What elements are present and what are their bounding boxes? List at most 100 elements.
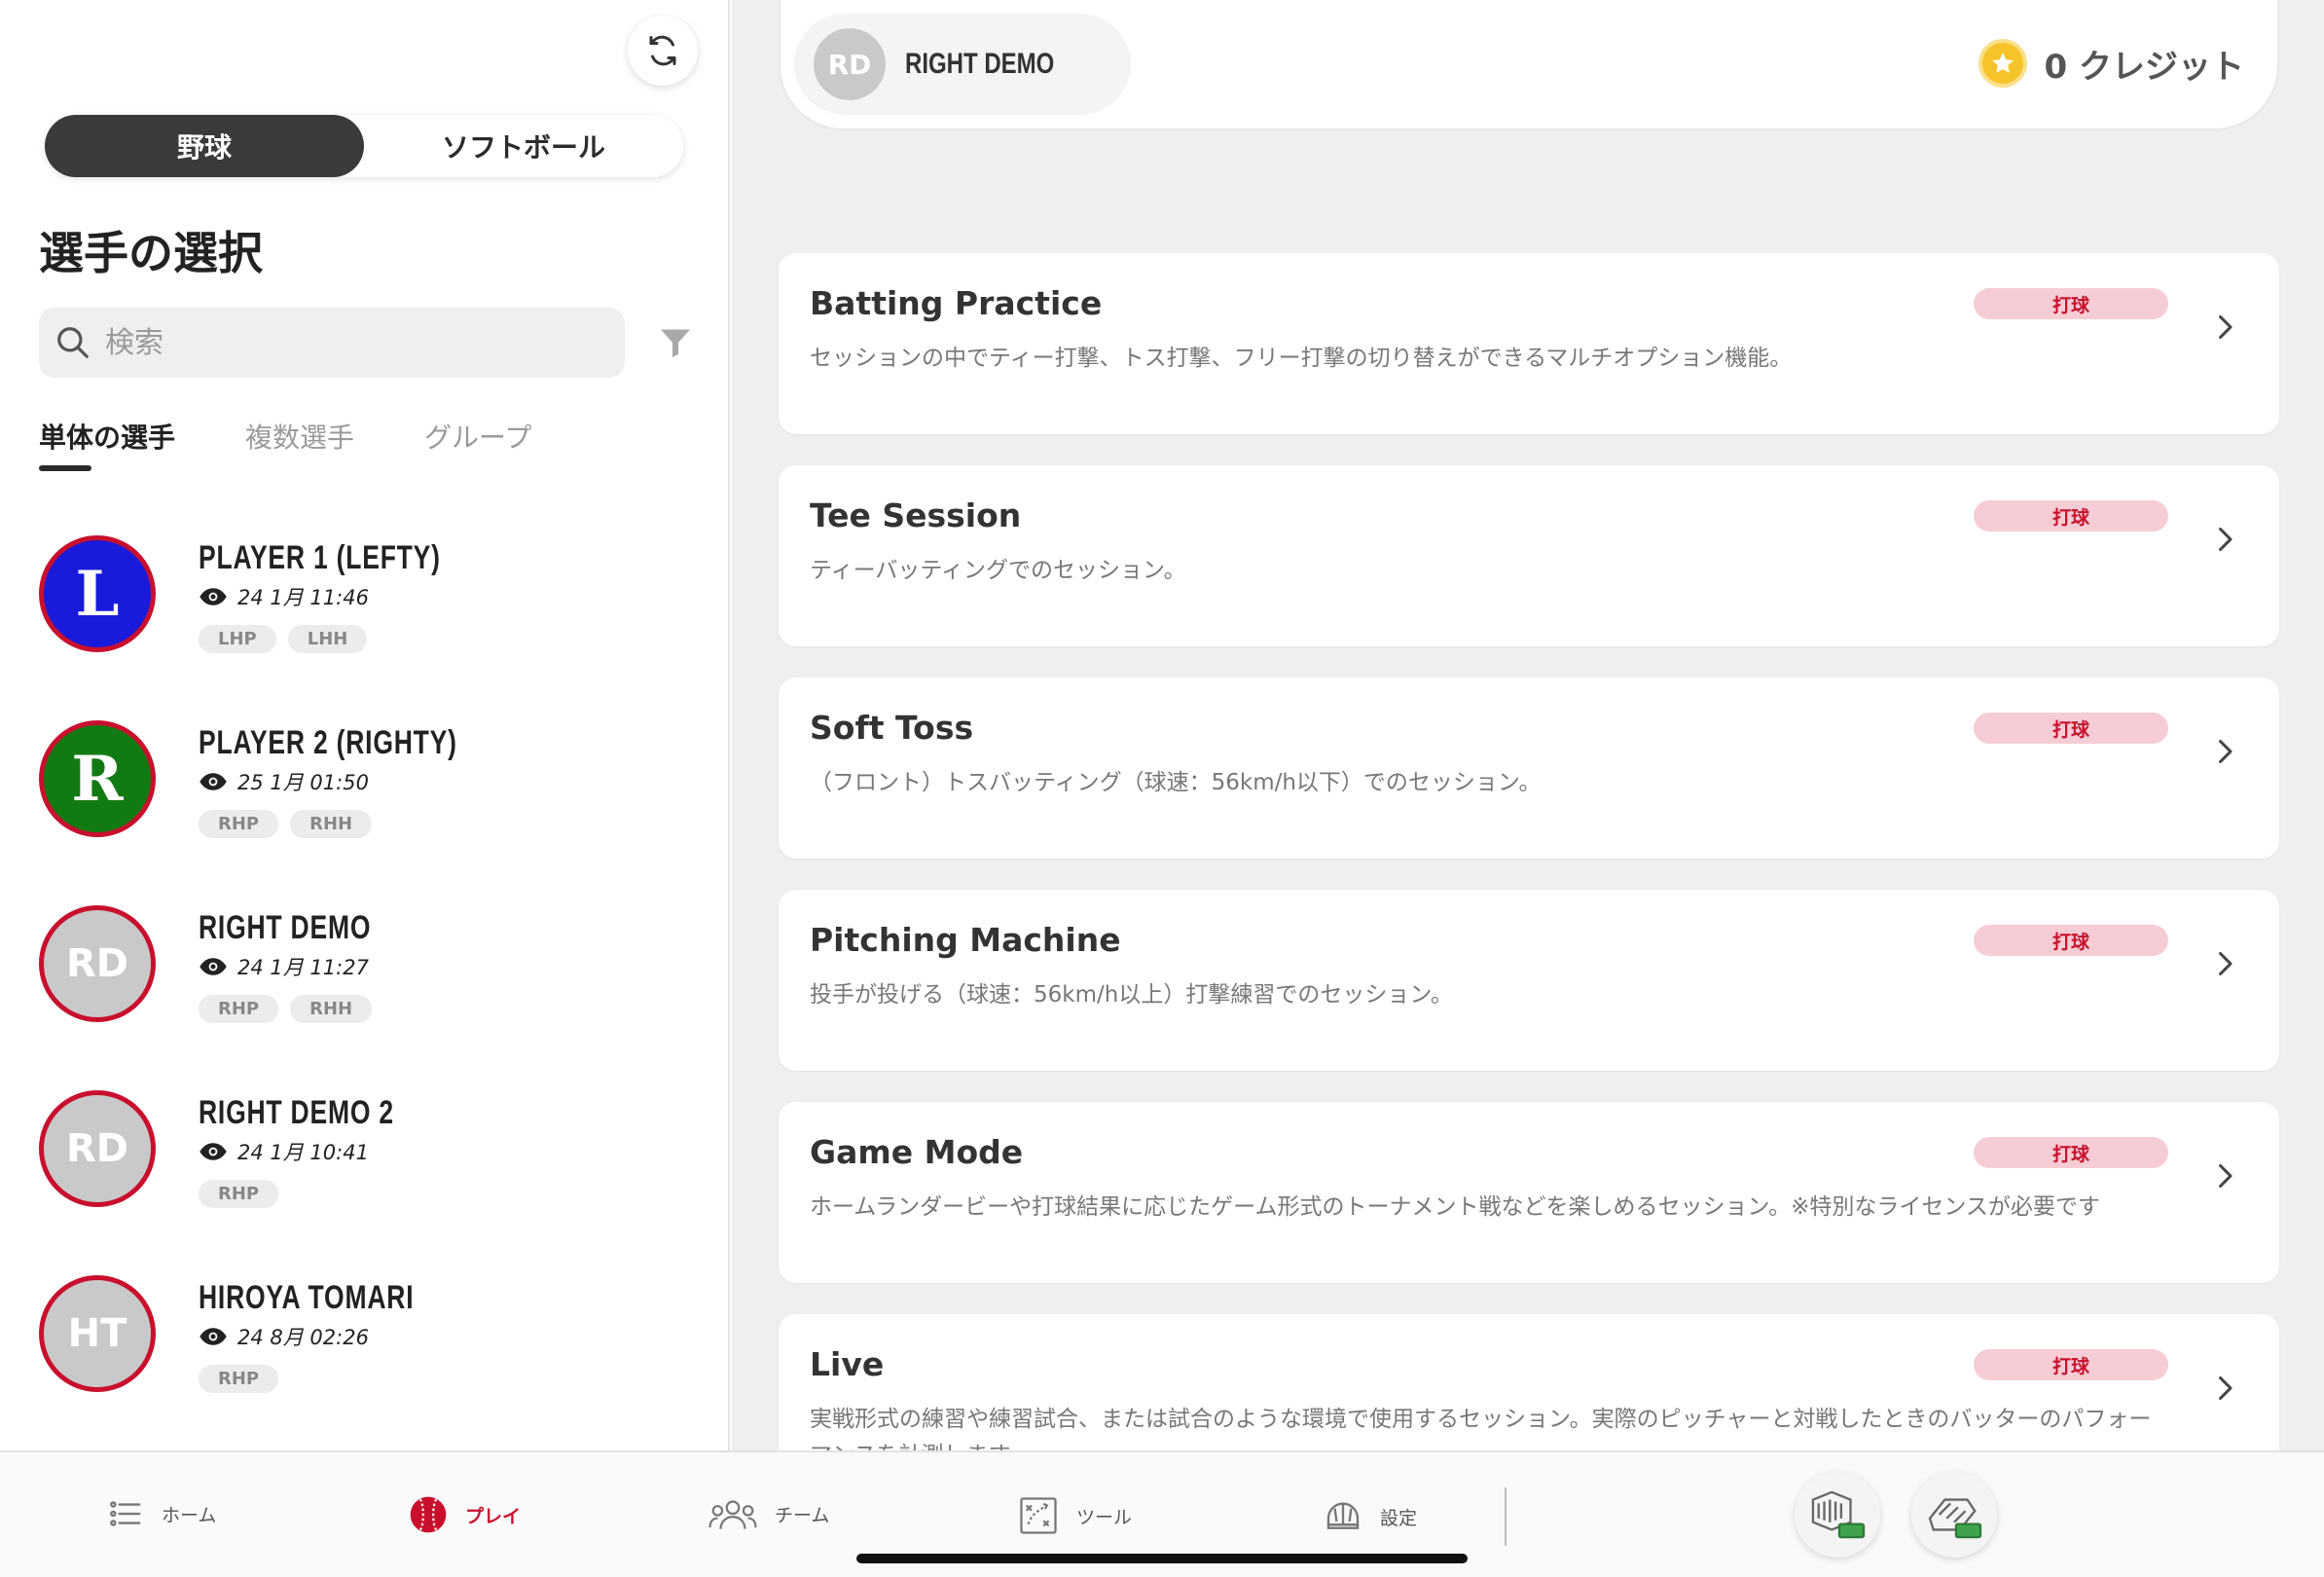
player-badges: LHP LHH bbox=[199, 625, 379, 653]
search-box bbox=[39, 308, 625, 378]
chevron-right-icon bbox=[2219, 315, 2233, 339]
credits-display[interactable]: 0 クレジット bbox=[1978, 39, 2245, 88]
search-icon bbox=[57, 327, 89, 358]
avatar-initials: RD bbox=[65, 1126, 128, 1171]
avatar-initials: RD bbox=[65, 941, 128, 986]
player-badges: RHP RHH bbox=[199, 995, 383, 1023]
session-description: ホームランダービーや打球結果に応じたゲーム形式のトーナメント戦などを楽しめるセッ… bbox=[810, 1194, 2100, 1220]
nav-team[interactable]: チーム bbox=[708, 1495, 829, 1532]
session-description: （フロント）トスバッティング（球速：56km/h以下）でのセッション。 bbox=[810, 770, 1542, 795]
search-input[interactable] bbox=[105, 325, 592, 360]
selected-player-name: RIGHT DEMO bbox=[905, 48, 1055, 80]
nav-play[interactable]: プレイ bbox=[409, 1495, 521, 1534]
session-card-pitching-machine[interactable]: Pitching Machine 打球 投手が投げる（球速：56km/h以上）打… bbox=[779, 890, 2279, 1071]
session-description: ティーバッティングでのセッション。 bbox=[810, 558, 1186, 583]
tab-multiple-players[interactable]: 複数選手 bbox=[245, 417, 354, 471]
player-row[interactable]: HT HIROYA TOMARI 24 8月 02:26 RHP bbox=[39, 1275, 701, 1450]
session-tag: 打球 bbox=[1974, 288, 2168, 319]
page-title: 選手の選択 bbox=[39, 227, 263, 279]
sport-option-softball[interactable]: ソフトボール bbox=[364, 115, 683, 177]
player-row[interactable]: L PLAYER 1 (LEFTY) 24 1月 11:46 LHP LHH bbox=[39, 535, 701, 720]
sport-option-baseball[interactable]: 野球 bbox=[45, 115, 364, 177]
launcher-battery-icon bbox=[1928, 1498, 1982, 1539]
eye-icon bbox=[200, 1143, 227, 1160]
player-name: PLAYER 1 (LEFTY) bbox=[199, 539, 441, 576]
filter-button[interactable] bbox=[658, 325, 693, 364]
player-name: RIGHT DEMO bbox=[199, 909, 372, 946]
session-title: Pitching Machine bbox=[810, 921, 1121, 959]
avatar: HT bbox=[39, 1275, 156, 1392]
player-row[interactable]: RD RIGHT DEMO 24 1月 11:27 RHP RHH bbox=[39, 905, 701, 1090]
session-title: Batting Practice bbox=[810, 284, 1103, 322]
session-tag: 打球 bbox=[1974, 925, 2168, 956]
player-date: 24 1月 11:27 bbox=[237, 956, 369, 979]
session-panel: RD RIGHT DEMO 0 クレジット Batting Practice 打… bbox=[732, 0, 2324, 1450]
player-name: HIROYA TOMARI bbox=[199, 1279, 415, 1316]
session-title: Soft Toss bbox=[810, 709, 974, 747]
nav-home[interactable]: ホーム bbox=[107, 1495, 216, 1532]
nav-tools[interactable]: ツール bbox=[1018, 1495, 1132, 1536]
header-bar: RD RIGHT DEMO 0 クレジット bbox=[779, 0, 2279, 130]
session-title: Tee Session bbox=[810, 496, 1022, 534]
tab-group[interactable]: グループ bbox=[424, 417, 531, 471]
credits-text: 0 クレジット bbox=[2044, 47, 2245, 87]
sync-button[interactable] bbox=[628, 16, 698, 86]
chevron-right-icon bbox=[2219, 528, 2233, 551]
nav-label: 設定 bbox=[1380, 1507, 1418, 1529]
session-description: 投手が投げる（球速：56km/h以上）打撃練習でのセッション。 bbox=[810, 982, 1453, 1008]
avatar-initials: HT bbox=[67, 1311, 127, 1356]
tab-single-player[interactable]: 単体の選手 bbox=[39, 417, 175, 471]
avatar: RD bbox=[39, 1090, 156, 1207]
nav-settings[interactable]: 設定 bbox=[1324, 1495, 1417, 1538]
player-row[interactable]: RD RIGHT DEMO 2 24 1月 10:41 RHP bbox=[39, 1090, 701, 1275]
device-status-button-1[interactable] bbox=[1795, 1472, 1880, 1558]
session-card-soft-toss[interactable]: Soft Toss 打球 （フロント）トスバッティング（球速：56km/h以下）… bbox=[779, 678, 2279, 859]
filter-icon bbox=[661, 329, 690, 357]
star-icon bbox=[1991, 53, 2014, 73]
avatar: RD bbox=[814, 28, 886, 100]
player-badges: RHP RHH bbox=[199, 810, 383, 838]
player-badge: LHP bbox=[199, 625, 276, 653]
eye-icon bbox=[200, 1328, 227, 1345]
session-card-live[interactable]: Live 打球 実戦形式の練習や練習試合、または試合のような環境で使用するセッシ… bbox=[779, 1314, 2279, 1450]
player-badge: RHH bbox=[290, 995, 373, 1023]
avatar: RD bbox=[39, 905, 156, 1022]
session-title: Game Mode bbox=[810, 1133, 1024, 1171]
selected-player-chip[interactable]: RD RIGHT DEMO bbox=[794, 14, 1131, 115]
nav-label: ホーム bbox=[162, 1504, 217, 1526]
helmet-icon bbox=[1326, 1502, 1360, 1529]
session-card-tee-session[interactable]: Tee Session 打球 ティーバッティングでのセッション。 bbox=[779, 465, 2279, 646]
session-description: セッションの中でティー打撃、トス打撃、フリー打撃の切り替えができるマルチオプショ… bbox=[810, 346, 1793, 371]
player-date: 24 1月 10:41 bbox=[237, 1141, 369, 1164]
session-tag: 打球 bbox=[1974, 713, 2168, 744]
baseball-icon bbox=[410, 1496, 447, 1533]
list-icon bbox=[110, 1501, 141, 1526]
session-tag: 打球 bbox=[1974, 1137, 2168, 1168]
player-last-viewed: 24 1月 11:46 bbox=[199, 582, 369, 611]
player-last-viewed: 24 8月 02:26 bbox=[199, 1322, 369, 1351]
session-card-batting-practice[interactable]: Batting Practice 打球 セッションの中でティー打撃、トス打撃、フ… bbox=[779, 253, 2279, 434]
coin-icon bbox=[1978, 39, 2027, 88]
session-tag: 打球 bbox=[1974, 1349, 2168, 1380]
nav-label: プレイ bbox=[465, 1505, 522, 1527]
player-last-viewed: 24 1月 10:41 bbox=[199, 1137, 369, 1166]
device-status-button-2[interactable] bbox=[1911, 1472, 1997, 1558]
nav-divider bbox=[1505, 1487, 1507, 1546]
nav-label: ツール bbox=[1076, 1506, 1133, 1528]
chevron-right-icon bbox=[2219, 1376, 2233, 1400]
sport-toggle: 野球 ソフトボール bbox=[45, 115, 683, 177]
player-selection-panel: 野球 ソフトボール 選手の選択 単体の選手 複数選手 グループ L PLAYER… bbox=[0, 0, 730, 1450]
nav-label: チーム bbox=[775, 1504, 830, 1526]
session-title: Live bbox=[810, 1345, 885, 1383]
player-tabs: 単体の選手 複数選手 グループ bbox=[39, 417, 601, 471]
session-description: 実戦形式の練習や練習試合、または試合のような環境で使用するセッション。実際のピッ… bbox=[810, 1407, 2152, 1450]
avatar: L bbox=[39, 535, 156, 652]
player-name: RIGHT DEMO 2 bbox=[199, 1094, 394, 1131]
player-date: 24 1月 11:46 bbox=[237, 586, 369, 609]
player-badge: RHP bbox=[199, 810, 279, 838]
player-row[interactable]: R PLAYER 2 (RIGHTY) 25 1月 01:50 RHP RHH bbox=[39, 720, 701, 905]
avatar-initials: R bbox=[71, 742, 124, 816]
session-card-game-mode[interactable]: Game Mode 打球 ホームランダービーや打球結果に応じたゲーム形式のトーナ… bbox=[779, 1102, 2279, 1283]
team-icon bbox=[708, 1500, 757, 1529]
refresh-icon bbox=[649, 35, 676, 66]
